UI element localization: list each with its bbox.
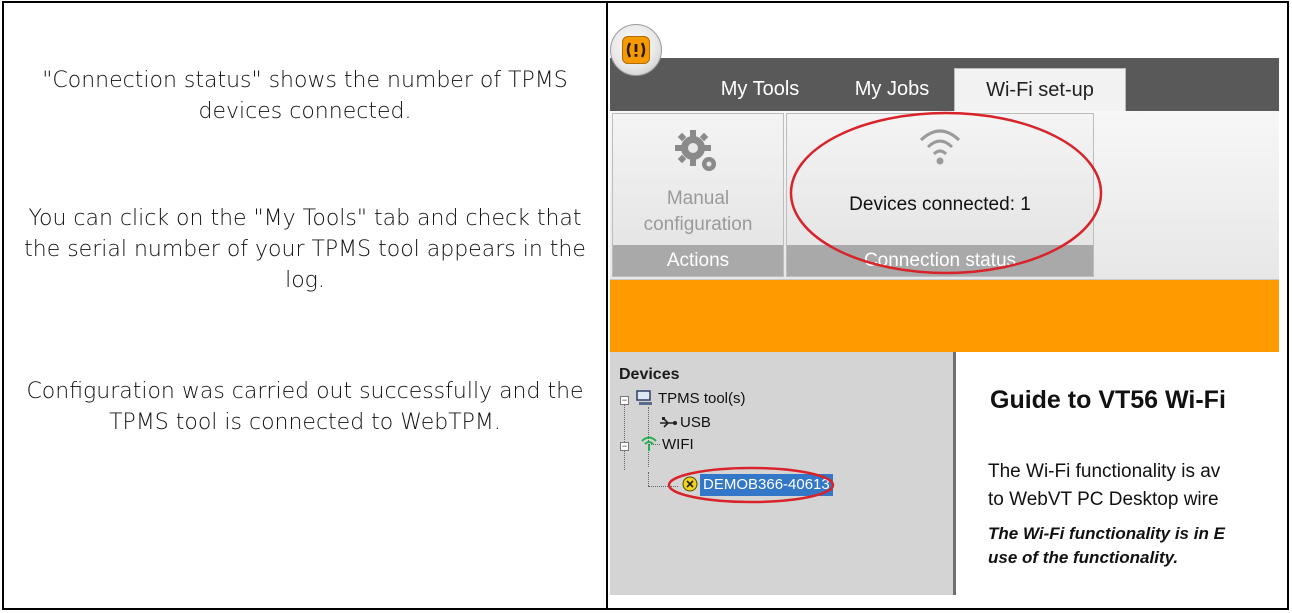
wifi-signal-icon	[641, 436, 657, 451]
actions-caption: Actions	[613, 245, 783, 276]
tree-node-wifi[interactable]: WIFI	[662, 436, 694, 453]
usb-icon	[660, 417, 677, 428]
instruction-success: Configuration was carried out successful…	[26, 379, 584, 435]
tree-node-tpms-tools[interactable]: TPMS tool(s)	[658, 390, 746, 407]
tab-wifi-setup[interactable]: Wi-Fi set-up	[954, 68, 1126, 111]
guide-note: The Wi-Fi functionality is in E use of t…	[988, 524, 1225, 567]
app-header: My Tools My Jobs Wi-Fi set-up	[610, 10, 1279, 111]
app-screenshot: My Tools My Jobs Wi-Fi set-up Manual con…	[610, 10, 1279, 595]
wifi-icon	[919, 129, 961, 165]
guide-title: Guide to VT56 Wi-Fi	[990, 386, 1226, 414]
devices-connected-text: Devices connected: 1	[849, 194, 1031, 215]
tree-node-device-serial[interactable]: DEMOB366-40613	[700, 474, 833, 496]
devices-title: Devices	[619, 366, 680, 383]
column-divider	[606, 3, 608, 608]
guide-panel: Guide to VT56 Wi-Fi The Wi-Fi functional…	[956, 352, 1279, 595]
connection-status-caption: Connection status	[787, 245, 1093, 276]
instructions-column: "Connection status" shows the number of …	[4, 3, 606, 608]
computer-icon	[636, 390, 652, 405]
tpms-logo-icon	[622, 36, 650, 64]
tree-connector	[648, 486, 678, 487]
device-status-icon	[682, 476, 698, 492]
instruction-connection-status: "Connection status" shows the number of …	[42, 68, 568, 124]
tab-my-tools[interactable]: My Tools	[702, 68, 818, 111]
connection-status-group: Devices connected: 1 Connection status	[786, 113, 1094, 277]
app-menu-button[interactable]	[610, 24, 662, 76]
ribbon: Manual configuration Actions Devices con…	[610, 111, 1279, 280]
collapse-toggle-root[interactable]: −	[620, 396, 629, 405]
actions-group: Manual configuration Actions	[612, 113, 784, 277]
manual-configuration-button[interactable]: Manual configuration	[613, 114, 783, 247]
devices-panel: Devices − TPMS tool(s) USB − WIFI DEMOB3…	[610, 352, 956, 595]
tab-my-jobs[interactable]: My Jobs	[836, 68, 948, 111]
manual-configuration-label: Manual configuration	[643, 188, 753, 235]
tree-connector	[648, 472, 649, 486]
instruction-my-tools: You can click on the "My Tools" tab and …	[24, 206, 586, 293]
tree-connector	[624, 400, 625, 470]
guide-body: The Wi-Fi functionality is av to WebVT P…	[988, 461, 1221, 510]
collapse-toggle-wifi[interactable]: −	[620, 442, 629, 451]
tree-node-usb[interactable]: USB	[680, 414, 711, 431]
orange-banner	[610, 280, 1279, 352]
gear-icon	[675, 130, 716, 171]
